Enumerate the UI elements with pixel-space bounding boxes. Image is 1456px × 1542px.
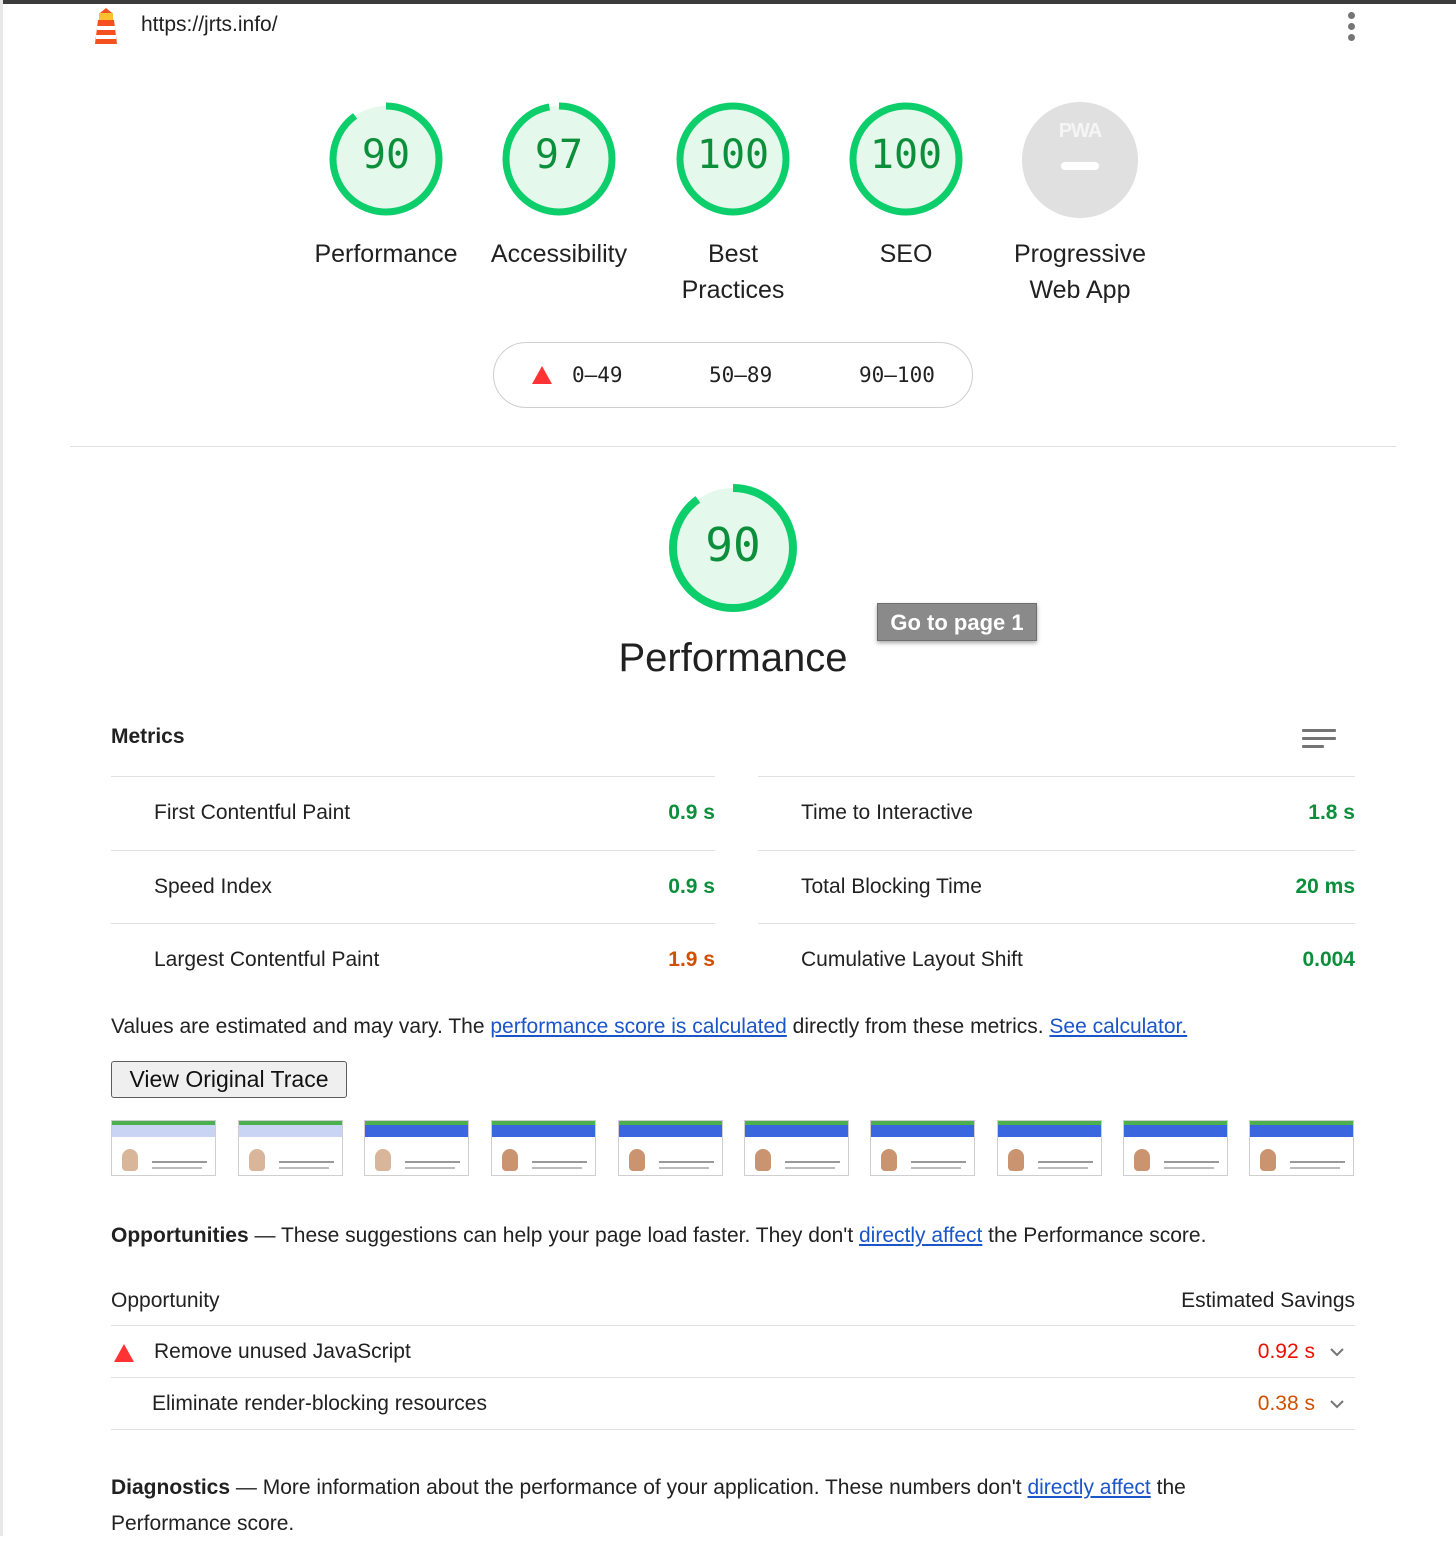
metric-value: 1.9 s [668, 948, 715, 971]
filmstrip-frame [111, 1120, 216, 1176]
note-text: Values are estimated and may vary. The [111, 1015, 491, 1038]
tooltip-go-to-page: Go to page 1 [877, 603, 1037, 641]
gauge-label: Performance [314, 240, 458, 268]
gauge-label: Accessibility [490, 240, 628, 268]
pwa-badge-text: PWA [1058, 120, 1103, 142]
opportunity-savings: 0.92 s [1257, 1340, 1315, 1363]
directly-affect-link[interactable]: directly affect [859, 1224, 982, 1247]
section-divider [70, 446, 1396, 447]
view-original-trace-button[interactable]: View Original Trace [111, 1061, 347, 1098]
lighthouse-icon [95, 8, 117, 44]
gauge-accessibility[interactable]: 97 Accessibility [479, 100, 639, 272]
opportunity-eliminate-render-blocking[interactable]: Eliminate render-blocking resources 0.38… [111, 1377, 1355, 1430]
metric-value: 1.8 s [1308, 801, 1355, 824]
metric-label: Total Blocking Time [801, 875, 982, 898]
metric-total-blocking-time: Total Blocking Time 20 ms [758, 850, 1355, 924]
diagnostics-title: Diagnostics [111, 1476, 231, 1499]
metric-label: First Contentful Paint [154, 801, 351, 824]
window-left-edge [0, 0, 3, 1536]
opportunities-title: Opportunities [111, 1224, 249, 1247]
metric-largest-contentful-paint: Largest Contentful Paint 1.9 s [111, 923, 715, 997]
gauge-score: 100 [696, 132, 770, 178]
diagnostics-desc: More information about the performance o… [262, 1476, 1028, 1499]
gauge-best-practices[interactable]: 100 Best Practices [653, 100, 813, 308]
opportunities-desc: These suggestions can help your page loa… [280, 1224, 859, 1247]
metric-value: 0.9 s [668, 875, 715, 898]
fail-triangle-icon [114, 1344, 134, 1367]
gauge-label: SEO [879, 240, 933, 268]
opportunity-remove-unused-javascript[interactable]: Remove unused JavaScript 0.92 s [111, 1325, 1355, 1378]
metrics-title: Metrics [111, 725, 185, 748]
report-url: https://jrts.info/ [141, 13, 278, 36]
metric-label: Largest Contentful Paint [154, 948, 380, 971]
opportunity-savings: 0.38 s [1257, 1392, 1315, 1415]
metric-time-to-interactive: Time to Interactive 1.8 s [758, 776, 1355, 850]
filmstrip-frame [870, 1120, 975, 1176]
gauge-score: 97 [534, 132, 584, 178]
score-calculated-link[interactable]: performance score is calculated [490, 1015, 786, 1038]
gauge-score: 100 [869, 132, 943, 178]
filmstrip-frame [238, 1120, 343, 1176]
gauge-pwa[interactable]: PWA Progressive Web App [1000, 102, 1160, 308]
opportunity-label: Remove unused JavaScript [154, 1340, 411, 1363]
score-legend: 0–49 50–89 90–100 [493, 342, 973, 408]
gauge-performance[interactable]: 90 Performance [306, 100, 466, 272]
metric-label: Speed Index [154, 875, 272, 898]
legend-average: 50–89 [709, 363, 773, 387]
fail-triangle-icon [532, 366, 552, 384]
metrics-note: Values are estimated and may vary. The p… [111, 1015, 1187, 1039]
gauge-label: Progressive Web App [1014, 240, 1146, 304]
opportunities-header: Opportunities — These suggestions can he… [111, 1224, 1206, 1248]
see-calculator-link[interactable]: See calculator. [1049, 1015, 1187, 1038]
metric-description-toggle-icon[interactable] [1302, 727, 1336, 751]
filmstrip-frame [618, 1120, 723, 1176]
opportunities-dash: — [254, 1224, 276, 1247]
diagnostics-header: Diagnostics — More information about the… [111, 1470, 1311, 1542]
metric-value: 20 ms [1295, 875, 1355, 898]
metric-speed-index: Speed Index 0.9 s [111, 850, 715, 924]
chevron-down-icon[interactable] [1329, 1396, 1345, 1412]
gauge-label: Best Practices [681, 240, 785, 304]
filmstrip-frame [997, 1120, 1102, 1176]
metric-first-contentful-paint: First Contentful Paint 0.9 s [111, 776, 715, 850]
filmstrip-frame [1123, 1120, 1228, 1176]
opportunity-column-header: Opportunity [111, 1289, 220, 1312]
pwa-dash [1061, 162, 1099, 170]
gauge-seo[interactable]: 100 SEO [826, 100, 986, 272]
savings-column-header: Estimated Savings [1181, 1289, 1355, 1312]
filmstrip-frame [1249, 1120, 1354, 1176]
legend-fail: 0–49 [572, 363, 623, 387]
filmstrip-frame [491, 1120, 596, 1176]
metric-label: Cumulative Layout Shift [801, 948, 1023, 971]
opportunity-label: Eliminate render-blocking resources [152, 1392, 487, 1415]
filmstrip-frame [744, 1120, 849, 1176]
opportunities-desc-end: the Performance score. [982, 1224, 1207, 1247]
metric-cumulative-layout-shift: Cumulative Layout Shift 0.004 [758, 923, 1355, 997]
report-topbar: https://jrts.info/ [0, 4, 1456, 48]
note-text: directly from these metrics. [786, 1015, 1044, 1038]
diagnostics-dash: — [235, 1476, 257, 1499]
filmstrip-frame [364, 1120, 469, 1176]
legend-pass: 90–100 [859, 363, 935, 387]
performance-title: Performance [618, 636, 848, 680]
opportunities-bottom-divider [111, 1429, 1355, 1430]
metric-value: 0.9 s [668, 801, 715, 824]
pwa-badge-icon: PWA [1022, 102, 1138, 218]
directly-affect-link[interactable]: directly affect [1027, 1476, 1150, 1499]
chevron-down-icon[interactable] [1329, 1344, 1345, 1360]
metric-label: Time to Interactive [801, 801, 973, 824]
vertical-dots-icon[interactable] [1340, 8, 1364, 44]
performance-score: 90 [705, 518, 761, 572]
metric-value: 0.004 [1302, 948, 1355, 971]
gauge-score: 90 [361, 132, 411, 178]
